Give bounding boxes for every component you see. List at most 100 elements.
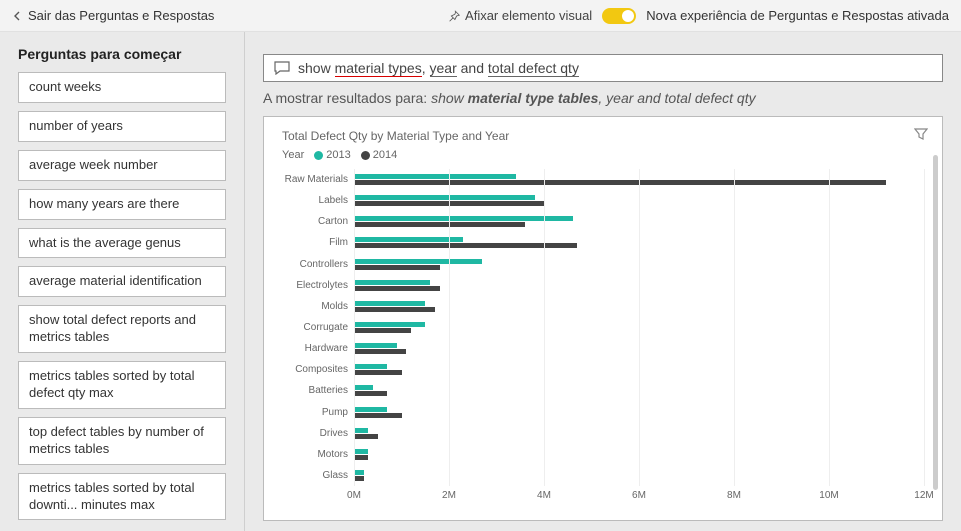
suggestion-item[interactable]: metrics tables sorted by total defect qt… — [18, 361, 226, 409]
back-label: Sair das Perguntas e Respostas — [28, 8, 214, 23]
bar-row — [354, 169, 924, 190]
bar-row — [354, 275, 924, 296]
toggle-label: Nova experiência de Perguntas e Resposta… — [646, 8, 949, 23]
bar-2013[interactable] — [354, 195, 535, 200]
x-tick: 2M — [442, 490, 456, 501]
chart-plot-area: Raw MaterialsLabelsCartonFilmControllers… — [282, 169, 924, 486]
pin-visual-button[interactable]: Afixar elemento visual — [447, 8, 592, 23]
x-tick: 8M — [727, 490, 741, 501]
bar-2014[interactable] — [354, 222, 525, 227]
bar-row — [354, 465, 924, 486]
filter-button[interactable] — [914, 127, 928, 146]
y-axis-label: Glass — [282, 465, 354, 486]
bar-2014[interactable] — [354, 286, 440, 291]
bar-row — [354, 359, 924, 380]
bar-2014[interactable] — [354, 265, 440, 270]
bar-2013[interactable] — [354, 470, 364, 475]
x-tick: 10M — [819, 490, 838, 501]
bar-2013[interactable] — [354, 216, 573, 221]
bar-row — [354, 423, 924, 444]
bar-2013[interactable] — [354, 449, 368, 454]
chevron-left-icon — [12, 11, 22, 21]
question-text: show material types, year and total defe… — [298, 60, 579, 76]
y-axis-labels: Raw MaterialsLabelsCartonFilmControllers… — [282, 169, 354, 486]
x-tick: 4M — [537, 490, 551, 501]
bar-2013[interactable] — [354, 385, 373, 390]
bar-row — [354, 211, 924, 232]
bar-2013[interactable] — [354, 174, 516, 179]
bar-2014[interactable] — [354, 413, 402, 418]
bar-2014[interactable] — [354, 434, 378, 439]
qa-experience-toggle[interactable] — [602, 8, 636, 24]
bar-row — [354, 232, 924, 253]
bar-2014[interactable] — [354, 476, 364, 481]
bar-2013[interactable] — [354, 343, 397, 348]
suggestion-item[interactable]: number of years — [18, 111, 226, 142]
suggestion-item[interactable]: count weeks — [18, 72, 226, 103]
suggestion-item[interactable]: what is the average genus — [18, 228, 226, 259]
legend-item-2013[interactable]: 2013 — [314, 149, 350, 161]
y-axis-label: Corrugate — [282, 317, 354, 338]
suggestions-panel: Perguntas para começar count weeks number… — [0, 32, 245, 531]
suggestion-item[interactable]: top defect tables by number of metrics t… — [18, 417, 226, 465]
x-tick: 0M — [347, 490, 361, 501]
suggestion-item[interactable]: show total defect reports and metrics ta… — [18, 305, 226, 353]
bar-row — [354, 444, 924, 465]
suggestions-heading: Perguntas para começar — [18, 46, 226, 62]
bar-row — [354, 190, 924, 211]
bar-2014[interactable] — [354, 349, 406, 354]
suggestion-item[interactable]: how many years are there — [18, 189, 226, 220]
bar-2013[interactable] — [354, 237, 463, 242]
legend-item-2014[interactable]: 2014 — [361, 149, 397, 161]
bar-2013[interactable] — [354, 280, 430, 285]
bar-2013[interactable] — [354, 322, 425, 327]
y-axis-label: Labels — [282, 190, 354, 211]
y-axis-label: Raw Materials — [282, 169, 354, 190]
topbar: Sair das Perguntas e Respostas Afixar el… — [0, 0, 961, 32]
bar-2014[interactable] — [354, 328, 411, 333]
content-area: Perguntas para começar count weeks number… — [0, 32, 961, 531]
y-axis-label: Controllers — [282, 254, 354, 275]
bar-row — [354, 317, 924, 338]
chat-icon — [274, 61, 290, 75]
bar-2014[interactable] — [354, 243, 577, 248]
bar-2014[interactable] — [354, 391, 387, 396]
y-axis-label: Carton — [282, 211, 354, 232]
suggestion-item[interactable]: average material identification — [18, 266, 226, 297]
question-input[interactable]: show material types, year and total defe… — [263, 54, 943, 82]
main-panel: show material types, year and total defe… — [245, 32, 961, 531]
legend-label: Year — [282, 149, 304, 161]
y-axis-label: Hardware — [282, 338, 354, 359]
suggestion-item[interactable]: metrics tables sorted by total downti...… — [18, 473, 226, 521]
pin-label: Afixar elemento visual — [465, 8, 592, 23]
bar-2014[interactable] — [354, 180, 886, 185]
bar-2014[interactable] — [354, 455, 368, 460]
bar-row — [354, 402, 924, 423]
x-tick: 12M — [914, 490, 933, 501]
bar-row — [354, 254, 924, 275]
bars-container — [354, 169, 924, 486]
y-axis-label: Drives — [282, 423, 354, 444]
bar-2013[interactable] — [354, 364, 387, 369]
chart-legend: Year 2013 2014 — [282, 149, 924, 161]
x-axis-ticks: 0M2M4M6M8M10M12M — [354, 490, 924, 504]
bar-2014[interactable] — [354, 307, 435, 312]
back-button[interactable]: Sair das Perguntas e Respostas — [12, 8, 214, 23]
bar-2013[interactable] — [354, 407, 387, 412]
filter-icon — [914, 127, 928, 141]
chart-visual[interactable]: Total Defect Qty by Material Type and Ye… — [263, 116, 943, 521]
y-axis-label: Composites — [282, 359, 354, 380]
suggestion-item[interactable]: average week number — [18, 150, 226, 181]
y-axis-label: Molds — [282, 296, 354, 317]
bar-2013[interactable] — [354, 301, 425, 306]
bar-2013[interactable] — [354, 259, 482, 264]
scrollbar[interactable] — [933, 155, 938, 490]
legend-dot-icon — [314, 151, 323, 160]
y-axis-label: Electrolytes — [282, 275, 354, 296]
bar-2013[interactable] — [354, 428, 368, 433]
bar-2014[interactable] — [354, 201, 544, 206]
bar-2014[interactable] — [354, 370, 402, 375]
bar-row — [354, 338, 924, 359]
x-tick: 6M — [632, 490, 646, 501]
chart-title: Total Defect Qty by Material Type and Ye… — [282, 129, 924, 143]
